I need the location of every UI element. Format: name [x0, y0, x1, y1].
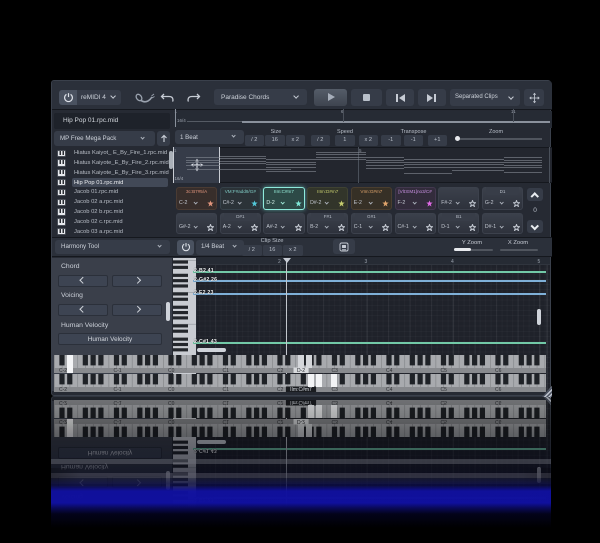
svg-text:C0: C0	[168, 368, 175, 373]
svg-text:C6: C6	[495, 368, 502, 373]
svg-text:C1: C1	[223, 368, 230, 373]
svg-text:C5: C5	[441, 387, 448, 392]
svg-text:C4: C4	[386, 368, 393, 373]
svg-text:C3: C3	[332, 387, 339, 392]
svg-text:C-1: C-1	[114, 368, 122, 373]
svg-text:C-2: C-2	[59, 368, 67, 373]
svg-text:C5: C5	[441, 368, 448, 373]
svg-text:C-1: C-1	[114, 387, 122, 392]
svg-text:D-2: D-2	[297, 368, 305, 373]
svg-text:C2: C2	[277, 368, 284, 373]
svg-text:C0: C0	[168, 387, 175, 392]
svg-text:C3: C3	[332, 368, 339, 373]
svg-text:C6: C6	[495, 387, 502, 392]
svg-text:C1: C1	[223, 387, 230, 392]
svg-text:C2: C2	[277, 387, 284, 392]
svg-text:IIm:C#m7: IIm:C#m7	[290, 387, 312, 392]
svg-text:C-2: C-2	[59, 387, 67, 392]
svg-text:C4: C4	[386, 387, 393, 392]
